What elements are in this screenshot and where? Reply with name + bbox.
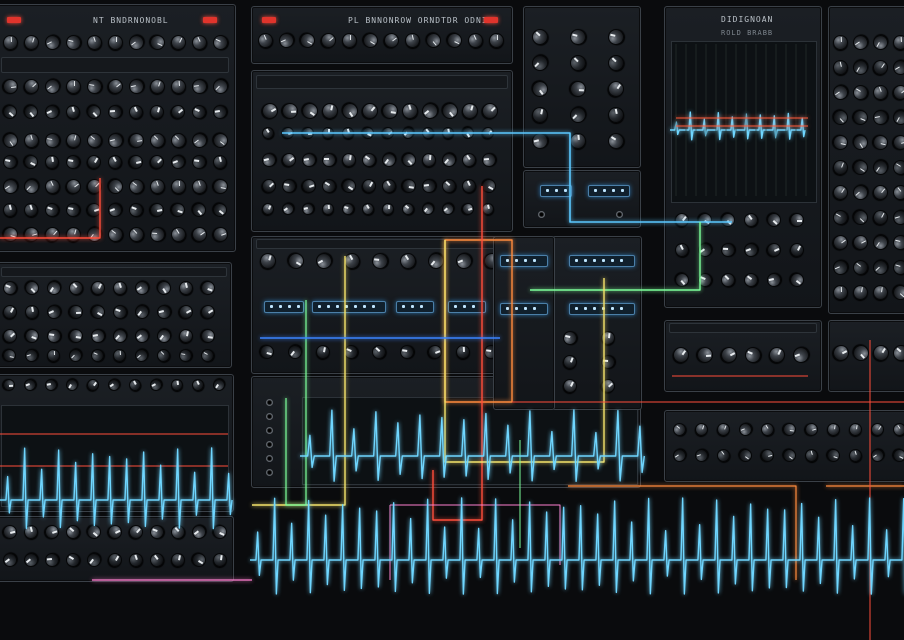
patch-cable [444, 239, 513, 403]
spectrum-waveform [0, 447, 233, 530]
patch-cable [0, 433, 228, 467]
patch-cable [389, 504, 561, 580]
scope-waveform [300, 409, 645, 482]
patch-cable [530, 222, 701, 291]
patch-cable [0, 178, 101, 239]
patch-cable [282, 132, 732, 223]
patch-cable [252, 256, 346, 506]
patch-cable [444, 240, 605, 463]
synth-rack: NT BNDRNONOBL PL BNNONROW ORNDTDR ODNI D… [0, 0, 904, 640]
patch-cable [432, 186, 483, 521]
patch-cable [285, 300, 307, 506]
patch-cable-overlay [0, 44, 904, 640]
output-waveform [250, 497, 904, 595]
